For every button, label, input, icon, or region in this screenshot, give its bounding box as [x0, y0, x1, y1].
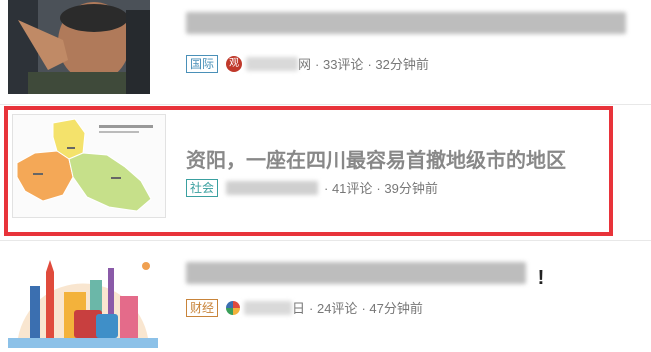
source-name[interactable]: 网: [298, 54, 311, 73]
source-name[interactable]: 日: [292, 298, 305, 317]
news-thumbnail[interactable]: [8, 0, 150, 94]
comment-count[interactable]: · 24评论: [309, 298, 357, 317]
news-title[interactable]: !: [186, 262, 544, 290]
publish-time: · 47分钟前: [361, 301, 423, 316]
news-title-end: !: [537, 267, 545, 289]
category-tag[interactable]: 财经: [186, 298, 219, 317]
news-thumbnail[interactable]: [8, 252, 158, 348]
category-tag[interactable]: 国际: [186, 54, 219, 73]
news-meta: 国际 观 网 · 33评论 · 32分钟前: [186, 54, 429, 73]
source-name-obscured: [246, 56, 299, 71]
news-title-obscured: [186, 12, 626, 34]
publish-time: · 32分钟前: [367, 57, 429, 72]
news-title[interactable]: [186, 12, 626, 40]
highlight-frame: [4, 106, 613, 236]
news-item[interactable]: ! 财经 日 · 24评论 · 47分钟前: [0, 240, 651, 352]
source-name-obscured: [244, 300, 293, 315]
travel-illustration: [8, 252, 158, 348]
source-logo-icon: [226, 300, 241, 315]
portrait-image: [8, 0, 150, 94]
news-meta: 财经 日 · 24评论 · 47分钟前: [186, 298, 423, 317]
comment-count[interactable]: · 33评论: [315, 54, 363, 73]
source-logo-icon: 观: [226, 55, 243, 72]
news-title-obscured: [186, 262, 526, 284]
news-item[interactable]: 国际 观 网 · 33评论 · 32分钟前: [0, 0, 651, 100]
